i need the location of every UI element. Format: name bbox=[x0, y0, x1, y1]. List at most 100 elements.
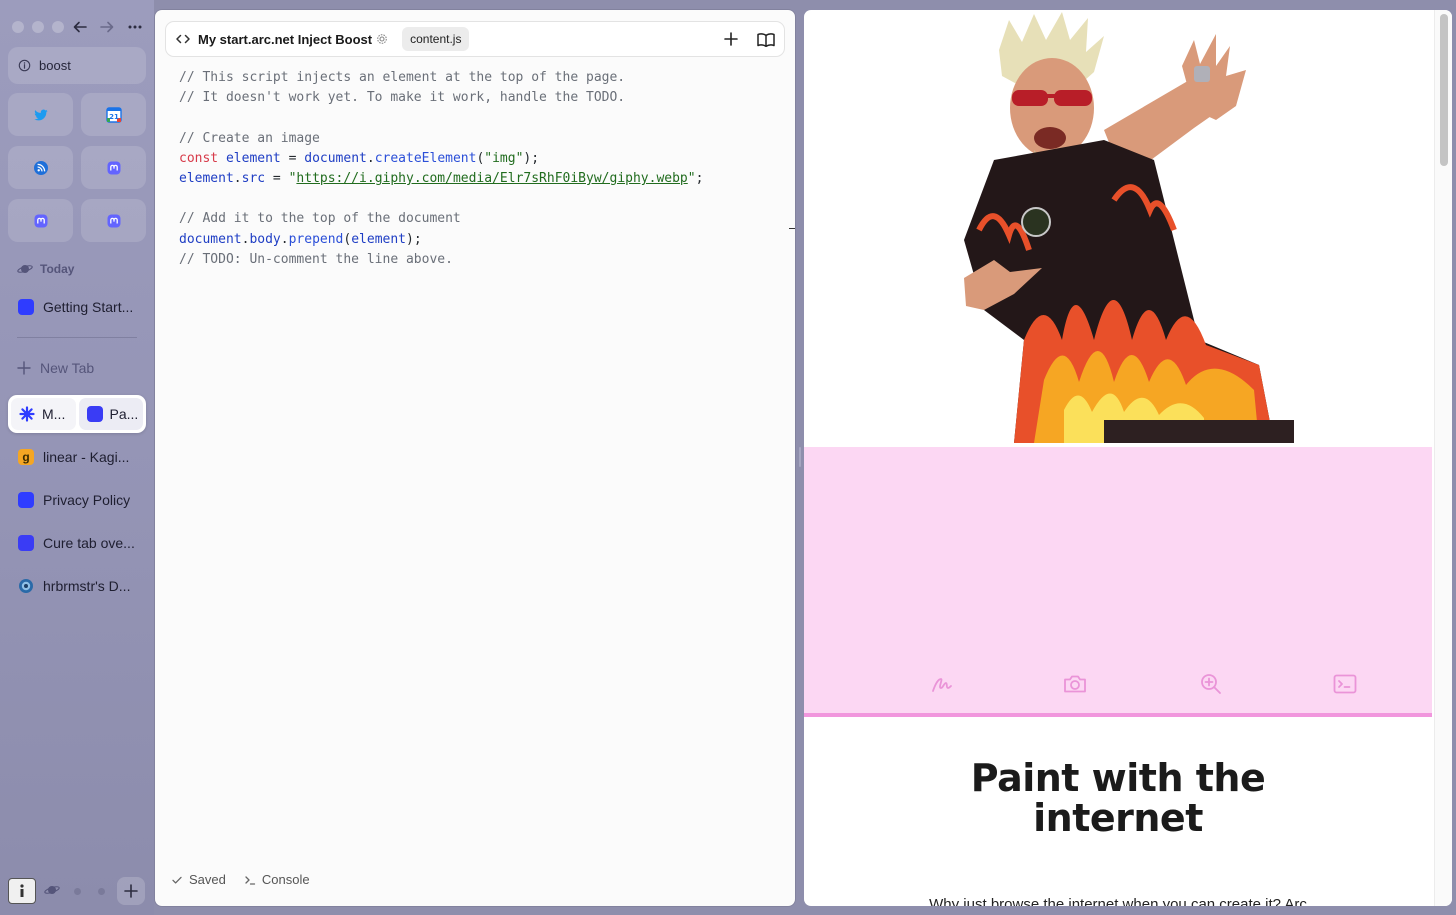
svg-text:21: 21 bbox=[109, 113, 119, 121]
sidebar-bottom-bar bbox=[0, 873, 154, 909]
boost-editor-pane: My start.arc.net Inject Boost content.js… bbox=[155, 10, 795, 906]
sidebar-tab-kagi[interactable]: g linear - Kagi... bbox=[8, 439, 146, 475]
twitter-bird-icon bbox=[33, 109, 48, 120]
code-token: element bbox=[225, 150, 281, 166]
code-line[interactable]: element.src = "https://i.giphy.com/media… bbox=[179, 169, 779, 189]
sidebar-tab-cure-tab[interactable]: Cure tab ove... bbox=[8, 525, 146, 561]
address-bar[interactable]: boost bbox=[8, 47, 146, 84]
code-token: ; bbox=[695, 170, 704, 186]
address-text: boost bbox=[39, 58, 71, 73]
more-menu-button[interactable] bbox=[124, 16, 146, 38]
sidebar-tab-privacy-policy[interactable]: Privacy Policy bbox=[8, 482, 146, 518]
feed-icon bbox=[33, 160, 48, 175]
code-line[interactable]: // This script injects an element at the… bbox=[179, 68, 779, 88]
code-token: = bbox=[265, 170, 289, 186]
library-button[interactable] bbox=[8, 878, 36, 904]
code-token: prepend bbox=[288, 231, 344, 247]
forward-button[interactable] bbox=[96, 16, 118, 38]
split-resize-handle[interactable] bbox=[789, 228, 795, 229]
page-headline: Paint with the internet bbox=[970, 756, 1266, 840]
editor-footer: Saved Console bbox=[171, 872, 310, 887]
arrow-right-icon bbox=[100, 21, 114, 33]
code-token: . bbox=[366, 150, 375, 166]
zoom-in-icon[interactable] bbox=[1198, 671, 1224, 697]
mastodon-icon bbox=[107, 161, 120, 174]
code-token: // It doesn't work yet. To make it work,… bbox=[179, 90, 626, 106]
code-token: ); bbox=[406, 231, 422, 247]
tab-square-icon bbox=[18, 492, 34, 508]
tab-square-icon bbox=[18, 535, 34, 551]
saved-status: Saved bbox=[171, 872, 226, 887]
code-token: element bbox=[179, 170, 234, 186]
back-button[interactable] bbox=[69, 16, 91, 38]
code-token: const bbox=[179, 150, 219, 166]
favorite-mastodon-2[interactable] bbox=[8, 199, 73, 242]
code-token: src bbox=[241, 170, 266, 186]
window-zoom-button[interactable] bbox=[52, 21, 64, 33]
today-section-label[interactable]: Today bbox=[17, 262, 74, 276]
space-dot[interactable] bbox=[98, 888, 105, 895]
file-tab-content-js[interactable]: content.js bbox=[402, 27, 470, 51]
web-page-pane: Paint with the internet Why just browse … bbox=[804, 10, 1452, 906]
code-line[interactable]: document.body.prepend(element); bbox=[179, 230, 779, 250]
code-token: . bbox=[233, 170, 242, 186]
split-tab-right[interactable]: Pa... bbox=[78, 398, 143, 430]
code-editor[interactable]: // This script injects an element at the… bbox=[179, 68, 779, 270]
add-file-button[interactable] bbox=[722, 30, 740, 48]
space-planet-icon[interactable] bbox=[44, 883, 60, 897]
favorite-feed[interactable] bbox=[8, 146, 73, 189]
gear-icon[interactable] bbox=[376, 33, 388, 45]
code-token: element bbox=[351, 231, 407, 247]
tab-square-icon bbox=[18, 299, 34, 315]
info-icon bbox=[18, 59, 31, 72]
editor-header: My start.arc.net Inject Boost content.js bbox=[165, 21, 785, 57]
code-line[interactable]: // Add it to the top of the document bbox=[179, 209, 779, 229]
terminal-prompt-icon bbox=[245, 875, 256, 885]
code-token: // TODO: Un-comment the line above. bbox=[179, 251, 453, 267]
plus-icon bbox=[124, 884, 138, 898]
code-line[interactable]: const element = document.createElement("… bbox=[179, 149, 779, 169]
favorite-mastodon-3[interactable] bbox=[81, 199, 146, 242]
code-brackets-icon bbox=[176, 34, 190, 44]
pen-icon[interactable] bbox=[929, 671, 955, 697]
pane-drag-handle-left[interactable] bbox=[799, 447, 801, 467]
window-minimize-button[interactable] bbox=[32, 21, 44, 33]
arrow-left-icon bbox=[73, 21, 87, 33]
scrollbar-thumb[interactable] bbox=[1440, 14, 1448, 166]
library-icon bbox=[20, 884, 24, 897]
code-token: https://i.giphy.com/media/Elr7sRhF0iByw/… bbox=[296, 170, 688, 186]
sidebar-tab-hrbrmstr[interactable]: hrbrmstr's D... bbox=[8, 568, 146, 604]
new-tab-button[interactable]: New Tab bbox=[17, 360, 94, 376]
plus-icon bbox=[17, 361, 31, 375]
code-line[interactable]: // TODO: Un-comment the line above. bbox=[179, 250, 779, 270]
code-token: // Create an image bbox=[179, 130, 320, 146]
terminal-icon[interactable] bbox=[1332, 671, 1358, 697]
window-close-button[interactable] bbox=[12, 21, 24, 33]
page-intro-text: Why just browse the internet when you ca… bbox=[929, 896, 1307, 906]
code-token: // This script injects an element at the… bbox=[179, 70, 626, 85]
code-line[interactable] bbox=[179, 108, 779, 128]
console-button[interactable]: Console bbox=[244, 872, 310, 887]
sidebar-divider bbox=[17, 337, 137, 338]
new-space-button[interactable] bbox=[117, 877, 145, 905]
code-token: " bbox=[687, 170, 696, 186]
boost-title[interactable]: My start.arc.net Inject Boost bbox=[198, 32, 372, 47]
favorite-calendar[interactable]: 21 bbox=[81, 93, 146, 136]
code-token: createElement bbox=[374, 150, 477, 166]
code-line[interactable] bbox=[179, 189, 779, 209]
split-tab-left[interactable]: M... bbox=[11, 398, 76, 430]
google-calendar-icon: 21 bbox=[105, 106, 122, 123]
guy-fieri-gif-image bbox=[964, 12, 1294, 443]
favorite-twitter[interactable] bbox=[8, 93, 73, 136]
camera-icon[interactable] bbox=[1062, 671, 1088, 697]
code-line[interactable]: // It doesn't work yet. To make it work,… bbox=[179, 88, 779, 108]
code-line[interactable]: // Create an image bbox=[179, 129, 779, 149]
mastodon-icon bbox=[34, 214, 47, 227]
split-view-tab[interactable]: M... Pa... bbox=[8, 395, 146, 433]
sidebar-tab-getting-started[interactable]: Getting Start... bbox=[8, 289, 146, 325]
page-scrollbar[interactable] bbox=[1434, 10, 1452, 906]
favorite-mastodon-1[interactable] bbox=[81, 146, 146, 189]
book-icon[interactable] bbox=[755, 29, 777, 51]
space-dot[interactable] bbox=[74, 888, 81, 895]
